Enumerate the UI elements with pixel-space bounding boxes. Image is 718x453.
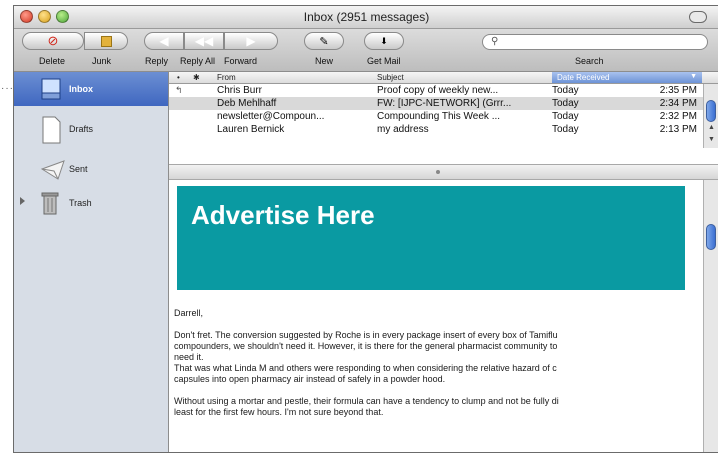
get-mail-button[interactable]: ⬇ xyxy=(364,32,404,50)
email-body-line: least for the first few hours. I'm not s… xyxy=(174,407,384,417)
table-row[interactable]: Lauren Bernick my address Today 2:13 PM xyxy=(169,123,703,136)
table-row[interactable]: Deb Mehlhaff FW: [IJPC-NETWORK] (Grrr...… xyxy=(169,97,703,110)
from-cell: Chris Burr xyxy=(217,85,263,96)
scroll-thumb[interactable] xyxy=(706,100,716,122)
search-icon: ⚲ xyxy=(491,36,499,47)
title-bar[interactable]: Inbox (2951 messages) xyxy=(14,6,718,29)
column-date-received[interactable]: Date Received ▼ xyxy=(552,72,702,83)
forward-button[interactable]: ▶ xyxy=(224,32,278,50)
column-subject[interactable]: Subject xyxy=(377,73,404,82)
table-row[interactable]: ↰ Chris Burr Proof copy of weekly new...… xyxy=(169,84,703,97)
column-flag[interactable]: ✱ xyxy=(193,73,200,82)
email-salutation: Darrell, xyxy=(174,308,204,318)
toolbar: ⊘ Delete Junk ◀ ◀◀ ▶ Reply Reply All For… xyxy=(14,29,718,72)
sidebar-item-trash[interactable]: Trash xyxy=(14,186,168,220)
reply-arrow-icon: ◀ xyxy=(159,34,169,48)
time-cell: 2:32 PM xyxy=(659,111,697,122)
advertisement-text: Advertise Here xyxy=(191,200,375,230)
reply-label: Reply xyxy=(145,56,169,66)
mail-window: Inbox (2951 messages) ⊘ Delete Junk ◀ ◀◀… xyxy=(13,5,718,453)
trash-icon xyxy=(41,192,59,215)
message-list: ↰ Chris Burr Proof copy of weekly new...… xyxy=(169,84,703,164)
email-body-line: compounders, we shouldn't need it. Howev… xyxy=(174,341,558,351)
delete-label: Delete xyxy=(39,56,66,66)
junk-icon xyxy=(100,35,112,47)
search-label: Search xyxy=(575,56,604,66)
toolbar-toggle-button[interactable] xyxy=(689,11,707,23)
email-body-line: need it. xyxy=(174,352,204,362)
from-cell: Lauren Bernick xyxy=(217,124,285,135)
date-cell: Today xyxy=(552,85,579,96)
reply-all-arrow-icon: ◀◀ xyxy=(194,34,214,48)
email-body-line: Don't fret. The conversion suggested by … xyxy=(174,330,558,340)
replied-icon: ↰ xyxy=(175,85,183,95)
compose-icon: ✎ xyxy=(319,35,329,48)
scroll-thumb[interactable] xyxy=(706,224,716,250)
search-field[interactable]: ⚲ xyxy=(482,34,708,50)
time-cell: 2:35 PM xyxy=(659,85,697,96)
column-from[interactable]: From xyxy=(217,73,236,82)
message-list-scrollbar[interactable]: ▲ ▼ xyxy=(703,84,718,148)
date-cell: Today xyxy=(552,98,579,109)
sidebar-item-label: Drafts xyxy=(69,124,94,134)
sidebar-item-label: Trash xyxy=(69,198,92,208)
subject-cell: Compounding This Week ... xyxy=(377,111,501,122)
time-cell: 2:34 PM xyxy=(659,98,697,109)
subject-cell: FW: [IJPC-NETWORK] (Grrr... xyxy=(377,98,512,109)
get-mail-icon: ⬇ xyxy=(380,35,388,46)
new-label: New xyxy=(315,56,334,66)
sidebar-item-label: Sent xyxy=(69,164,88,174)
column-status[interactable]: • xyxy=(177,73,180,82)
splitter-handle-icon[interactable] xyxy=(436,170,440,174)
get-mail-label: Get Mail xyxy=(367,56,401,66)
date-cell: Today xyxy=(552,124,579,135)
drafts-icon xyxy=(42,116,61,144)
content-area: • ✱ From Subject Date Received ▼ ↰ Chris… xyxy=(169,72,718,452)
sidebar-item-sent[interactable]: Sent xyxy=(14,152,168,186)
sidebar-item-inbox[interactable]: Inbox xyxy=(14,72,168,106)
from-cell: newsletter@Compoun... xyxy=(217,111,325,122)
from-cell: Deb Mehlhaff xyxy=(217,98,277,109)
time-cell: 2:13 PM xyxy=(659,124,697,135)
scroll-down-arrow-icon[interactable]: ▼ xyxy=(708,136,715,143)
subject-cell: my address xyxy=(377,124,429,135)
reply-all-button[interactable]: ◀◀ xyxy=(184,32,224,50)
junk-button[interactable] xyxy=(84,32,128,50)
sidebar-item-label: Inbox xyxy=(69,84,93,94)
forward-arrow-icon: ▶ xyxy=(246,34,256,48)
message-preview: Advertise Here Darrell, Don't fret. The … xyxy=(169,180,703,452)
email-body-line: That was what Linda M and others were re… xyxy=(174,363,557,373)
reply-button[interactable]: ◀ xyxy=(144,32,184,50)
scroll-up-arrow-icon[interactable]: ▲ xyxy=(708,124,715,131)
table-row[interactable]: newsletter@Compoun... Compounding This W… xyxy=(169,110,703,123)
disclosure-triangle-icon[interactable] xyxy=(20,197,25,205)
column-date-label: Date Received xyxy=(557,73,610,82)
date-cell: Today xyxy=(552,111,579,122)
mailbox-sidebar: Inbox Drafts Sent Trash xyxy=(14,72,169,452)
delete-button[interactable]: ⊘ xyxy=(22,32,84,50)
sort-descending-icon: ▼ xyxy=(690,73,697,80)
subject-cell: Proof copy of weekly new... xyxy=(377,85,499,96)
advertisement-banner[interactable]: Advertise Here xyxy=(177,186,685,290)
sidebar-item-drafts[interactable]: Drafts xyxy=(14,112,168,146)
junk-label: Junk xyxy=(92,56,112,66)
delete-icon: ⊘ xyxy=(47,33,59,48)
sent-icon xyxy=(40,160,65,180)
new-message-button[interactable]: ✎ xyxy=(304,32,344,50)
pane-splitter[interactable] xyxy=(169,164,718,180)
forward-label: Forward xyxy=(224,56,258,66)
email-body-line: capsules into open pharmacy air instead … xyxy=(174,374,446,384)
reply-all-label: Reply All xyxy=(180,56,216,66)
inbox-icon xyxy=(41,78,61,100)
window-title: Inbox (2951 messages) xyxy=(303,10,430,24)
message-list-header: • ✱ From Subject Date Received ▼ xyxy=(169,72,718,84)
email-body-line: Without using a mortar and pestle, their… xyxy=(174,396,559,406)
preview-scrollbar[interactable] xyxy=(703,180,718,452)
